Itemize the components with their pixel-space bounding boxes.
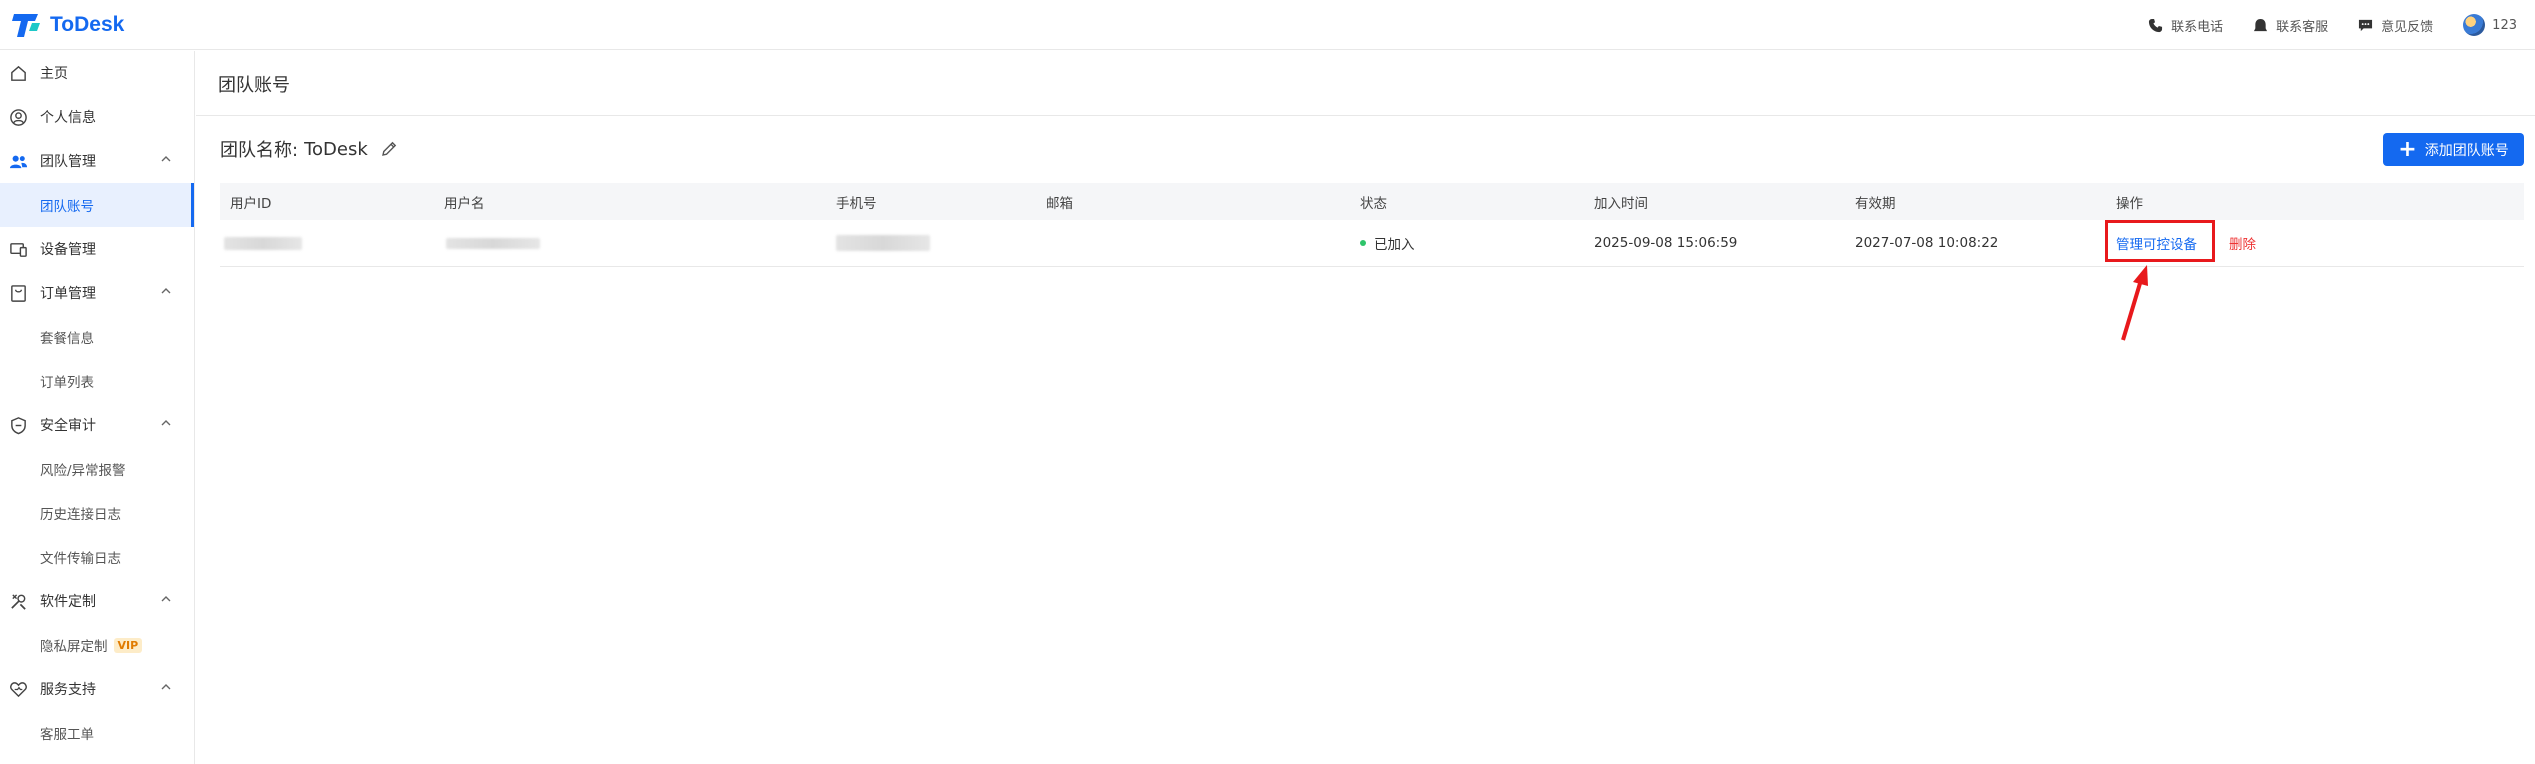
column-header-actions: 操作 — [2116, 195, 2143, 212]
user-id-cell — [224, 220, 302, 266]
annotation-arrow-icon — [2121, 265, 2148, 341]
sidebar-item-label: 安全审计 — [40, 418, 96, 434]
contact-service-label: 联系客服 — [2276, 19, 2329, 35]
sidebar-item-label: 主页 — [40, 66, 68, 82]
sidebar-item-label: 风险/异常报警 — [40, 463, 126, 479]
sidebar-item-team-account[interactable]: 团队账号 — [0, 183, 194, 227]
status-dot — [1360, 240, 1366, 246]
sidebar-item-label: 套餐信息 — [40, 331, 94, 347]
chevron-up-icon — [161, 596, 171, 602]
sidebar-item-label: 软件定制 — [40, 594, 96, 610]
feedback-link[interactable]: 意见反馈 — [2358, 16, 2433, 35]
contact-service-link[interactable]: 联系客服 — [2253, 16, 2328, 35]
sidebar-item-orders[interactable]: 订单管理 — [0, 271, 194, 315]
column-header-status: 状态 — [1360, 195, 1387, 212]
sidebar-item-connection-log[interactable]: 历史连接日志 — [0, 491, 194, 535]
devices-icon — [9, 240, 28, 259]
sidebar-item-label: 个人信息 — [40, 110, 96, 126]
column-header-username: 用户名 — [444, 195, 485, 212]
phone-cell — [836, 220, 930, 266]
sidebar-item-file-transfer-log[interactable]: 文件传输日志 — [0, 535, 194, 579]
edit-pencil-icon[interactable] — [380, 140, 398, 158]
sidebar-item-risk-alert[interactable]: 风险/异常报警 — [0, 447, 194, 491]
chevron-up-icon — [161, 156, 171, 162]
delete-link[interactable]: 删除 — [2229, 233, 2256, 253]
sidebar-item-label: 文件传输日志 — [40, 551, 121, 567]
chevron-up-icon — [161, 684, 171, 690]
order-icon — [9, 284, 28, 303]
redacted-phone — [836, 235, 930, 251]
page-header: 团队账号 — [196, 51, 2535, 116]
brand-logo[interactable]: ToDesk — [12, 10, 124, 40]
redacted-user-id — [224, 236, 302, 250]
sidebar-item-support[interactable]: 服务支持 — [0, 667, 194, 711]
feedback-label: 意见反馈 — [2381, 19, 2434, 35]
sidebar-item-order-list[interactable]: 订单列表 — [0, 359, 194, 403]
user-circle-icon — [9, 108, 28, 127]
chevron-up-icon — [161, 420, 171, 426]
sidebar-item-label: 客服工单 — [40, 727, 94, 743]
page-title: 团队账号 — [218, 75, 290, 96]
sidebar-item-privacy-screen[interactable]: 隐私屏定制 VIP — [0, 623, 194, 667]
sidebar-item-profile[interactable]: 个人信息 — [0, 95, 194, 139]
customer-service-icon — [2254, 18, 2268, 31]
top-bar: ToDesk 联系电话 联系客服 意见反馈 123 — [0, 0, 2535, 50]
shield-icon — [9, 416, 28, 435]
sidebar-item-home[interactable]: 主页 — [0, 51, 194, 95]
status-cell: 已加入 — [1360, 220, 1415, 266]
column-header-user-id: 用户ID — [230, 195, 272, 212]
team-name-label: 团队名称: — [220, 140, 299, 161]
todesk-logo-icon — [12, 14, 40, 37]
add-team-account-button[interactable]: + 添加团队账号 — [2383, 133, 2524, 166]
sidebar-item-devices[interactable]: 设备管理 — [0, 227, 194, 271]
sidebar-item-label: 团队账号 — [40, 199, 94, 215]
phone-icon — [2149, 18, 2163, 32]
contact-phone-label: 联系电话 — [2171, 19, 2224, 35]
table-header: 用户ID 用户名 手机号 邮箱 状态 加入时间 有效期 操作 — [220, 183, 2524, 220]
brand-name: ToDesk — [50, 13, 125, 36]
column-header-email: 邮箱 — [1046, 195, 1073, 212]
highlight-box — [2105, 220, 2215, 262]
column-header-join-time: 加入时间 — [1594, 195, 1648, 212]
username-cell — [446, 220, 540, 266]
user-menu[interactable]: 123 — [2463, 14, 2517, 36]
join-time-cell: 2025-09-08 15:06:59 — [1594, 235, 1738, 251]
team-icon — [9, 152, 28, 171]
chevron-up-icon — [161, 288, 171, 294]
vip-badge: VIP — [113, 637, 143, 653]
top-actions: 联系电话 联系客服 意见反馈 123 — [2148, 0, 2535, 50]
sidebar-item-package-info[interactable]: 套餐信息 — [0, 315, 194, 359]
add-team-account-label: 添加团队账号 — [2424, 142, 2509, 159]
feedback-icon — [2359, 19, 2373, 31]
user-name: 123 — [2492, 17, 2517, 33]
column-header-expiry: 有效期 — [1855, 195, 1896, 212]
team-name-value: ToDesk — [304, 138, 368, 160]
sidebar-item-label: 订单列表 — [40, 375, 94, 391]
sidebar-item-security[interactable]: 安全审计 — [0, 403, 194, 447]
plus-icon: + — [2398, 136, 2417, 162]
sidebar-item-label: 订单管理 — [40, 286, 96, 302]
contact-phone-link[interactable]: 联系电话 — [2148, 16, 2223, 35]
status-badge: 已加入 — [1374, 237, 1415, 253]
support-icon — [9, 680, 28, 699]
team-name-row: 团队名称: ToDesk — [220, 136, 398, 162]
sidebar-item-label: 设备管理 — [40, 242, 96, 258]
home-icon — [9, 64, 28, 83]
sidebar-item-label: 隐私屏定制 — [40, 639, 108, 655]
column-header-phone: 手机号 — [836, 195, 877, 212]
redacted-username — [446, 237, 540, 249]
sidebar-item-customization[interactable]: 软件定制 — [0, 579, 194, 623]
sidebar-item-label: 服务支持 — [40, 682, 96, 698]
sidebar-item-label: 团队管理 — [40, 154, 96, 170]
sidebar-item-label: 历史连接日志 — [40, 507, 121, 523]
sidebar-item-team[interactable]: 团队管理 — [0, 139, 194, 183]
sidebar-item-service-ticket[interactable]: 客服工单 — [0, 711, 194, 755]
tools-icon — [9, 592, 28, 611]
sidebar: 主页 个人信息 团队管理 团队账号 设备管理 订单管理 套餐信息 订单列表 安全… — [0, 51, 195, 764]
avatar — [2463, 14, 2486, 36]
expiry-cell: 2027-07-08 10:08:22 — [1855, 235, 1999, 251]
